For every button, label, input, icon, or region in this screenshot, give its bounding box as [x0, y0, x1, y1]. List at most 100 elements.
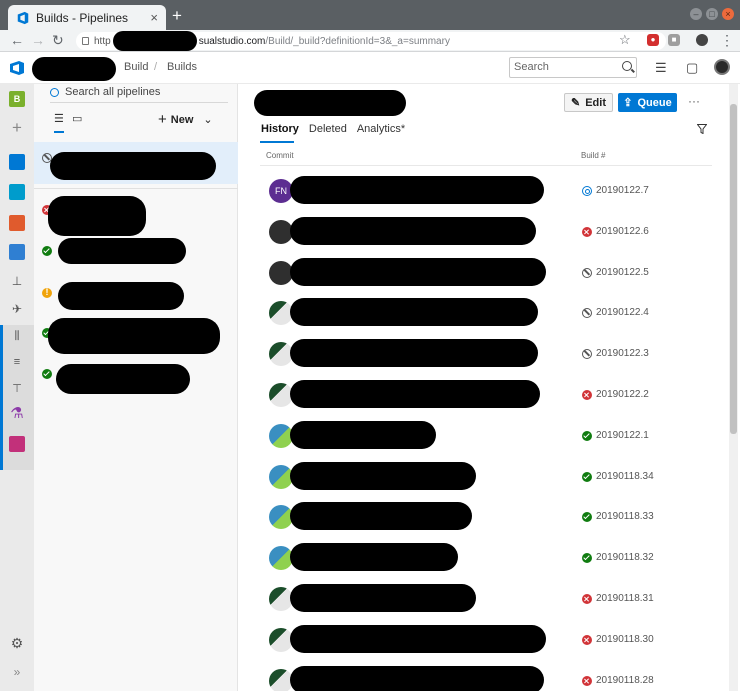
redacted-commit-message[interactable] [290, 665, 544, 691]
breadcrumb-builds[interactable]: Builds [167, 61, 197, 73]
builds-icon[interactable]: ⊥ [9, 274, 25, 290]
close-window-icon[interactable]: × [722, 8, 734, 20]
pipelines-icon[interactable] [9, 244, 25, 260]
build-row[interactable]: 20190122.2 [260, 376, 712, 416]
redacted-commit-message[interactable] [290, 420, 436, 449]
shopping-bag-icon[interactable]: ▢ [686, 60, 698, 76]
maximize-icon[interactable]: □ [706, 8, 718, 20]
extension-icon[interactable]: ● [647, 34, 659, 46]
extension-icon[interactable]: ■ [668, 34, 680, 46]
build-row[interactable]: 20190118.28 [260, 662, 712, 691]
build-number[interactable]: 20190118.34 [596, 471, 654, 482]
build-number[interactable]: 20190118.32 [596, 552, 654, 563]
folder-view-icon[interactable]: ▭ [72, 112, 82, 125]
build-number[interactable]: 20190122.6 [596, 226, 649, 237]
redacted-commit-message[interactable] [290, 339, 538, 368]
redacted-commit-message[interactable] [290, 380, 540, 408]
add-icon[interactable]: + [9, 119, 25, 136]
project-avatar[interactable]: B [9, 91, 25, 107]
search-input[interactable]: Search [509, 57, 637, 78]
library-icon[interactable]: ⫼ [9, 330, 25, 346]
build-row[interactable]: FN 20190122.7 [260, 172, 712, 212]
build-row[interactable]: 20190118.31 [260, 580, 712, 620]
more-actions-icon[interactable]: ··· [688, 94, 700, 108]
build-row[interactable]: 20190122.4 [260, 294, 712, 334]
redacted-commit-message[interactable] [290, 584, 476, 612]
redacted-commit-message[interactable] [290, 298, 538, 327]
redacted-pipeline-name[interactable] [48, 196, 146, 236]
tab-deleted[interactable]: Deleted [309, 123, 347, 143]
column-header-commit: Commit [266, 151, 294, 160]
back-icon[interactable]: ← [10, 32, 24, 48]
test-plans-icon[interactable]: ⚗ [9, 406, 25, 422]
redacted-pipeline-title [254, 90, 406, 116]
redacted-pipeline-name[interactable] [56, 364, 190, 394]
releases-icon[interactable]: ✈ [9, 302, 25, 318]
boards-icon[interactable] [9, 184, 25, 200]
build-row[interactable]: 20190118.30 [260, 621, 712, 661]
build-number[interactable]: 20190122.5 [596, 267, 649, 278]
redacted-commit-message[interactable] [290, 257, 546, 286]
build-row[interactable]: 20190118.32 [260, 539, 712, 579]
redacted-pipeline-name[interactable] [58, 238, 186, 264]
build-number[interactable]: 20190122.1 [596, 430, 649, 441]
filter-icon[interactable] [697, 124, 707, 134]
reload-icon[interactable]: ↻ [52, 32, 64, 49]
minimize-icon[interactable]: – [690, 8, 702, 20]
divider [34, 188, 238, 189]
edit-button[interactable]: ✎ Edit [564, 93, 613, 112]
redacted-commit-message[interactable] [290, 216, 536, 245]
profile-icon[interactable] [696, 34, 708, 46]
redacted-commit-message[interactable] [290, 461, 476, 490]
build-number[interactable]: 20190118.30 [596, 634, 654, 645]
build-row[interactable]: 20190122.3 [260, 335, 712, 375]
build-row[interactable]: 20190118.33 [260, 498, 712, 538]
scrollbar[interactable] [729, 84, 738, 691]
build-number[interactable]: 20190122.4 [596, 307, 649, 318]
forward-icon[interactable]: → [31, 32, 45, 48]
redacted-pipeline-name[interactable] [48, 318, 220, 354]
url-field[interactable]: http sualstudio.com /Build/_build?defini… [76, 31, 666, 51]
expand-nav-icon[interactable]: » [9, 664, 25, 680]
close-tab-icon[interactable]: × [150, 10, 158, 25]
redacted-pipeline-name[interactable] [58, 282, 184, 310]
build-row[interactable]: 20190118.34 [260, 458, 712, 498]
task-list-icon[interactable]: ☰ [655, 60, 667, 76]
build-number[interactable]: 20190122.3 [596, 348, 649, 359]
deployment-groups-icon[interactable]: ⊤ [9, 382, 25, 398]
new-pipeline-button[interactable]: + New ⌄ [158, 111, 213, 128]
redacted-commit-message[interactable] [290, 543, 458, 572]
artifacts-icon[interactable] [9, 436, 25, 452]
user-avatar[interactable] [714, 59, 730, 75]
bookmark-star-icon[interactable]: ☆ [619, 32, 631, 48]
queue-button[interactable]: ⇪ Queue [618, 93, 677, 112]
build-row[interactable]: 20190122.5 [260, 254, 712, 294]
scrollbar-thumb[interactable] [730, 104, 737, 434]
new-tab-icon[interactable]: + [172, 6, 182, 26]
breadcrumb-build[interactable]: Build [124, 61, 148, 73]
overview-icon[interactable] [9, 154, 25, 170]
browser-tab[interactable]: Builds - Pipelines × [8, 5, 166, 30]
tab-analytics[interactable]: Analytics* [357, 123, 405, 143]
redacted-commit-message[interactable] [290, 176, 544, 204]
tab-history[interactable]: History [261, 123, 299, 143]
build-number[interactable]: 20190118.31 [596, 593, 654, 604]
redacted-commit-message[interactable] [290, 502, 472, 531]
view-active-indicator [54, 131, 64, 133]
redacted-pipeline-name[interactable] [50, 152, 216, 180]
build-row[interactable]: 20190122.1 [260, 417, 712, 457]
pencil-icon: ✎ [571, 97, 581, 109]
build-number[interactable]: 20190122.7 [596, 185, 649, 196]
build-number[interactable]: 20190118.33 [596, 511, 654, 522]
build-number[interactable]: 20190118.28 [596, 675, 654, 686]
build-row[interactable]: 20190122.6 [260, 213, 712, 253]
search-pipelines[interactable]: Search all pipelines [50, 86, 230, 98]
redacted-commit-message[interactable] [290, 624, 546, 653]
azure-devops-logo-icon[interactable] [9, 60, 25, 76]
build-number[interactable]: 20190122.2 [596, 389, 649, 400]
menu-icon[interactable]: ⋮ [720, 32, 734, 49]
list-view-icon[interactable]: ☰ [54, 112, 64, 125]
repos-icon[interactable] [9, 215, 25, 231]
settings-gear-icon[interactable]: ⚙ [9, 635, 25, 651]
task-groups-icon[interactable]: ≡ [9, 356, 25, 372]
